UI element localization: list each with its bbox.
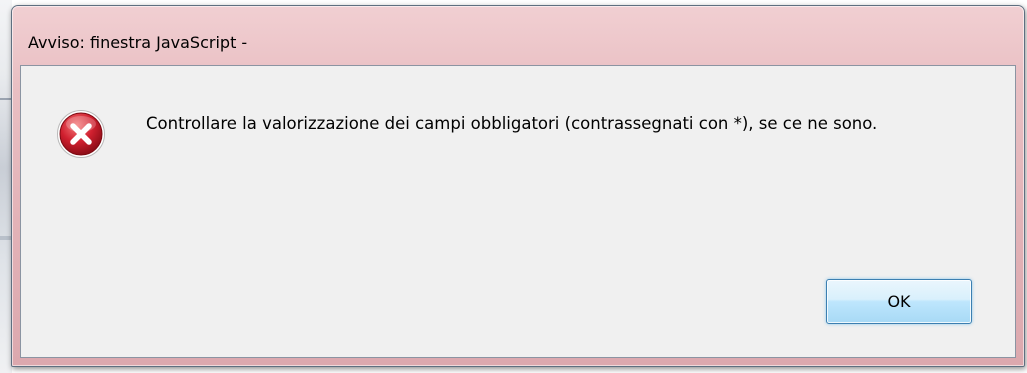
alert-dialog: Avviso: finestra JavaScript - Controllar… — [11, 5, 1025, 367]
dialog-content: Controllare la valorizzazione dei campi … — [20, 65, 1016, 358]
dialog-titlebar[interactable]: Avviso: finestra JavaScript - — [12, 6, 1024, 66]
dialog-message: Controllare la valorizzazione dei campi … — [146, 114, 878, 133]
dialog-title: Avviso: finestra JavaScript - — [28, 33, 248, 52]
ok-button[interactable]: OK — [826, 279, 972, 324]
error-icon — [57, 110, 105, 158]
